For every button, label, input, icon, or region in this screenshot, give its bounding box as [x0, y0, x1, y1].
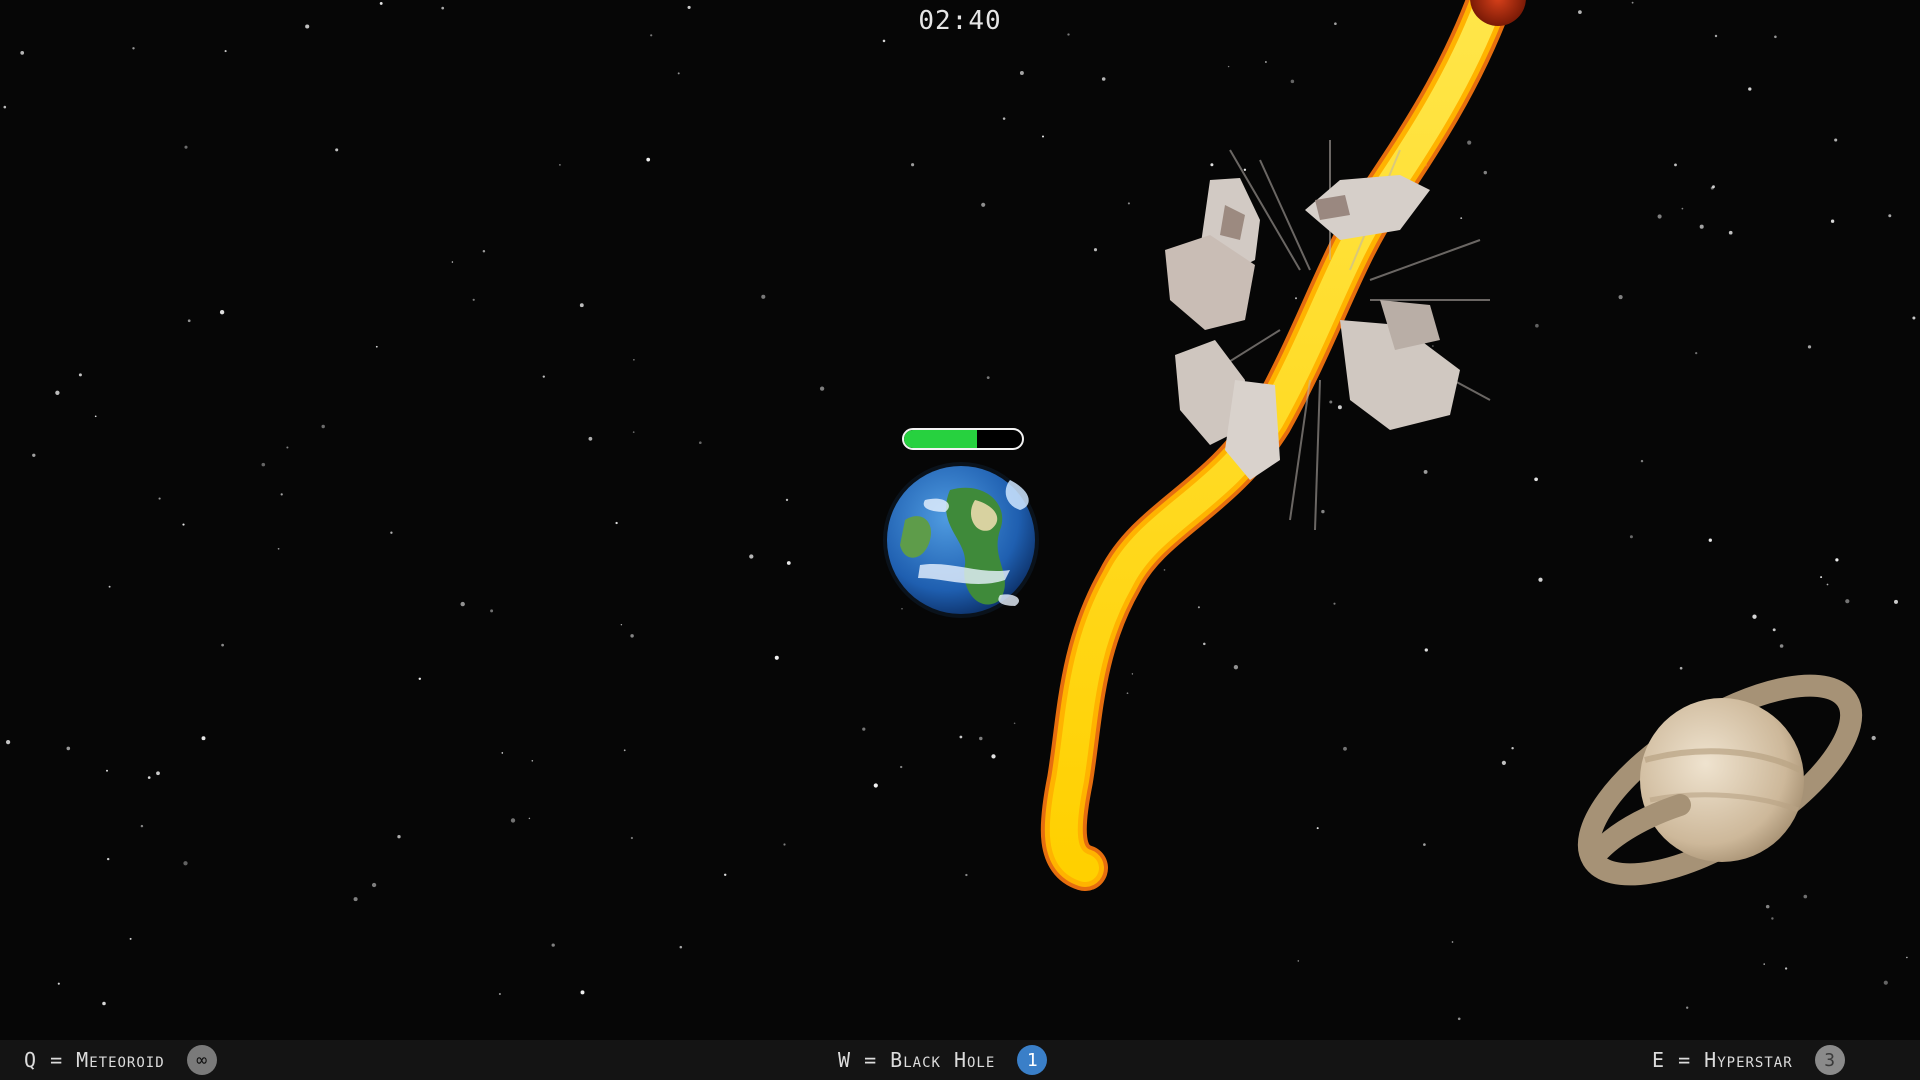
ability-meteoroid-count-badge: ∞: [186, 1045, 217, 1075]
ability-black-hole[interactable]: W = Black Hole 1: [838, 1040, 1048, 1080]
ability-hyperstar-count-badge: 3: [1814, 1045, 1845, 1075]
game-viewport[interactable]: 02:40 Q = Meteoroid ∞ W = Black Hole 1 E…: [0, 0, 1920, 1080]
planet-health-fill: [904, 430, 978, 448]
ability-meteoroid-label: Q = Meteoroid: [24, 1048, 165, 1072]
ability-meteoroid[interactable]: Q = Meteoroid ∞: [24, 1040, 217, 1080]
planet-health-bar: [902, 428, 1024, 450]
earth-planet-icon[interactable]: [883, 462, 1039, 618]
ability-black-hole-count-badge: 1: [1017, 1045, 1048, 1075]
ringed-planet-icon[interactable]: [1561, 650, 1879, 911]
game-scene: [883, 0, 1879, 911]
ability-hyperstar[interactable]: E = Hyperstar 3: [1652, 1040, 1845, 1080]
ability-black-hole-label: W = Black Hole: [838, 1048, 996, 1072]
ability-bar: Q = Meteoroid ∞ W = Black Hole 1 E = Hyp…: [0, 1040, 1920, 1080]
ability-hyperstar-label: E = Hyperstar: [1652, 1048, 1793, 1072]
game-timer: 02:40: [918, 6, 1002, 36]
